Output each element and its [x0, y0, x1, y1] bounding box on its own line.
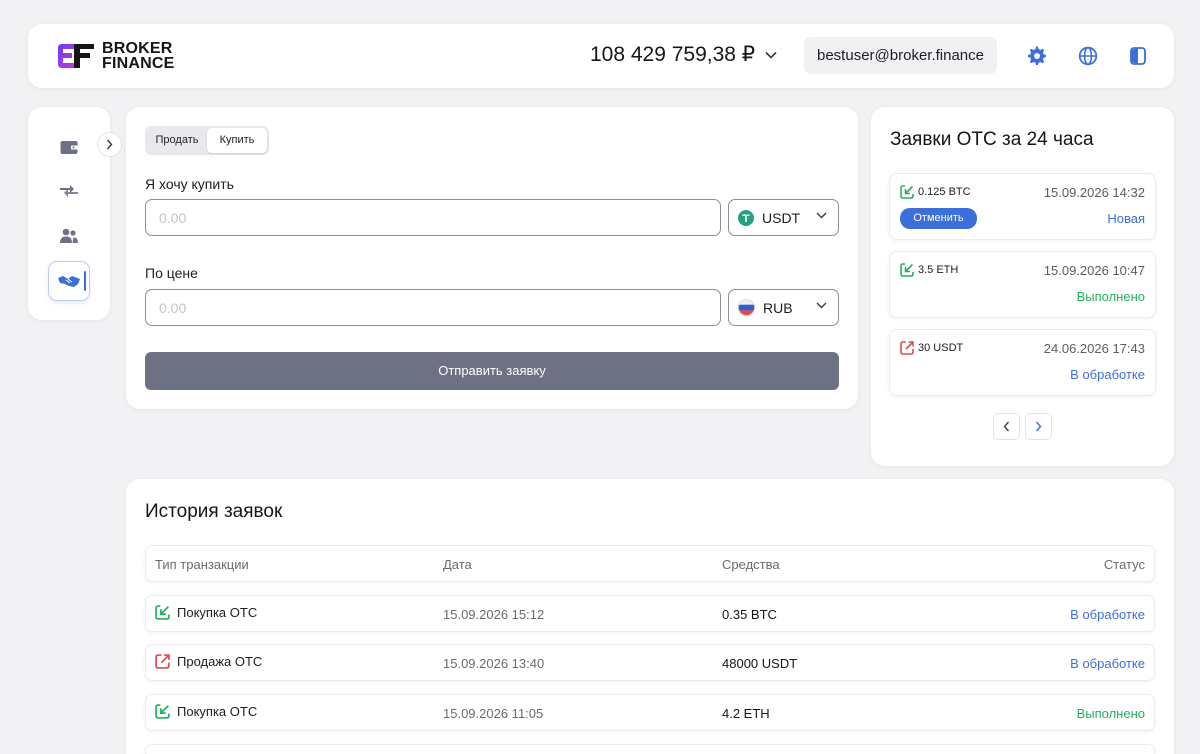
history-title: История заявок — [145, 501, 283, 522]
order-history: История заявок Тип транзакции Дата Средс… — [126, 479, 1174, 754]
column-header-status: Статус — [1103, 557, 1145, 572]
chevron-right-icon — [106, 139, 113, 150]
status-badge: Выполнено — [1076, 289, 1145, 304]
transaction-date: 15.09.2026 11:05 — [443, 706, 544, 721]
logo-line-2: FINANCE — [102, 55, 175, 72]
users-icon — [60, 228, 78, 243]
sell-arrow-icon — [900, 341, 914, 355]
otc-date: 24.06.2026 17:43 — [1043, 341, 1145, 356]
table-row[interactable]: Продажа OTC 15.09.2026 13:40 48000 USDT … — [145, 644, 1155, 681]
status-badge: В обработке — [1070, 656, 1145, 671]
balance-dropdown[interactable]: 108 429 759,38 ₽ — [590, 42, 777, 67]
settings-icon[interactable] — [1027, 46, 1047, 66]
logo-mark-icon — [58, 44, 94, 68]
otc-amount: 0.125 BTC — [918, 186, 971, 198]
logo[interactable]: BROKER FINANCE — [54, 40, 175, 72]
transaction-amount: 0.35 BTC — [722, 607, 777, 622]
price-currency-value: RUB — [763, 299, 793, 316]
handshake-icon — [58, 276, 80, 287]
table-row[interactable]: Покупка OTC 15.09.2026 15:12 0.35 BTC В … — [145, 595, 1155, 632]
buy-arrow-icon — [155, 704, 170, 719]
nav-item-exchange[interactable] — [48, 171, 90, 211]
chevron-down-icon — [816, 212, 827, 219]
tab-buy[interactable]: Купить — [207, 128, 267, 153]
price-input[interactable] — [145, 289, 721, 326]
otc-order-form: Продать Купить Я хочу купить USDT По цен… — [126, 107, 858, 409]
column-header-amount: Средства — [722, 557, 780, 572]
status-badge: В обработке — [1070, 367, 1145, 382]
table-header: Тип транзакции Дата Средства Статус — [145, 545, 1155, 582]
otc-amount: 30 USDT — [918, 342, 964, 354]
logout-icon[interactable] — [1128, 46, 1148, 66]
balance-value: 108 429 759,38 ₽ — [590, 43, 756, 66]
otc-panel-title: Заявки OTC за 24 часа — [890, 129, 1094, 150]
table-row[interactable] — [145, 744, 1155, 754]
price-label: По цене — [145, 265, 198, 281]
tab-sell[interactable]: Продать — [147, 128, 207, 153]
buy-arrow-icon — [900, 185, 914, 199]
russia-flag-icon — [738, 299, 755, 316]
sell-arrow-icon — [155, 654, 170, 669]
cancel-order-button[interactable]: Отменить — [900, 208, 977, 229]
wallet-icon — [60, 141, 78, 154]
globe-icon[interactable] — [1078, 46, 1098, 66]
transaction-amount: 48000 USDT — [722, 656, 798, 671]
status-badge: В обработке — [1070, 607, 1145, 622]
transaction-amount: 4.2 ETH — [722, 706, 770, 721]
otc-amount: 3.5 ETH — [918, 264, 959, 276]
status-badge: Выполнено — [1076, 706, 1145, 721]
user-email[interactable]: bestuser@broker.finance — [804, 37, 997, 74]
chevron-down-icon — [816, 302, 827, 309]
otc-item: 3.5 ETH 15.09.2026 10:47 Выполнено — [889, 251, 1156, 318]
collapse-sidebar-button[interactable] — [97, 132, 122, 157]
otc-date: 15.09.2026 14:32 — [1043, 185, 1145, 200]
buy-sell-toggle: Продать Купить — [145, 126, 269, 155]
transfer-icon — [60, 185, 78, 197]
chevron-right-icon — [1035, 421, 1042, 432]
transaction-date: 15.09.2026 13:40 — [443, 656, 545, 671]
column-header-date: Дата — [443, 557, 472, 572]
otc-item: 30 USDT 24.06.2026 17:43 В обработке — [889, 329, 1156, 396]
amount-currency-value: USDT — [762, 209, 801, 226]
amount-input[interactable] — [145, 199, 721, 236]
prev-page-button[interactable] — [993, 413, 1020, 440]
otc-date: 15.09.2026 10:47 — [1043, 263, 1145, 278]
next-page-button[interactable] — [1025, 413, 1052, 440]
want-to-buy-label: Я хочу купить — [145, 176, 234, 192]
nav-item-users[interactable] — [48, 216, 90, 256]
price-currency-select[interactable]: RUB — [728, 289, 839, 326]
status-badge: Новая — [1107, 211, 1145, 226]
otc-requests-panel: Заявки OTC за 24 часа 0.125 BTC 15.09.20… — [871, 107, 1174, 466]
tether-icon — [738, 209, 754, 226]
chevron-down-icon — [765, 51, 777, 59]
transaction-type: Покупка OTC — [177, 704, 258, 719]
table-row[interactable]: Покупка OTC 15.09.2026 11:05 4.2 ETH Вып… — [145, 694, 1155, 731]
nav-item-wallet[interactable] — [48, 127, 90, 167]
transaction-type: Продажа OTC — [177, 654, 263, 669]
otc-item: 0.125 BTC 15.09.2026 14:32 Отменить Нова… — [889, 173, 1156, 240]
top-header: BROKER FINANCE 108 429 759,38 ₽ bestuser… — [28, 24, 1174, 88]
buy-arrow-icon — [155, 605, 170, 620]
submit-order-button[interactable]: Отправить заявку — [145, 352, 839, 390]
nav-item-otc[interactable] — [48, 261, 90, 301]
transaction-date: 15.09.2026 15:12 — [443, 607, 545, 622]
chevron-left-icon — [1003, 421, 1010, 432]
transaction-type: Покупка OTC — [177, 605, 258, 620]
amount-currency-select[interactable]: USDT — [728, 199, 839, 236]
column-header-type: Тип транзакции — [155, 557, 249, 572]
buy-arrow-icon — [900, 263, 914, 277]
logo-line-1: BROKER — [102, 40, 173, 57]
